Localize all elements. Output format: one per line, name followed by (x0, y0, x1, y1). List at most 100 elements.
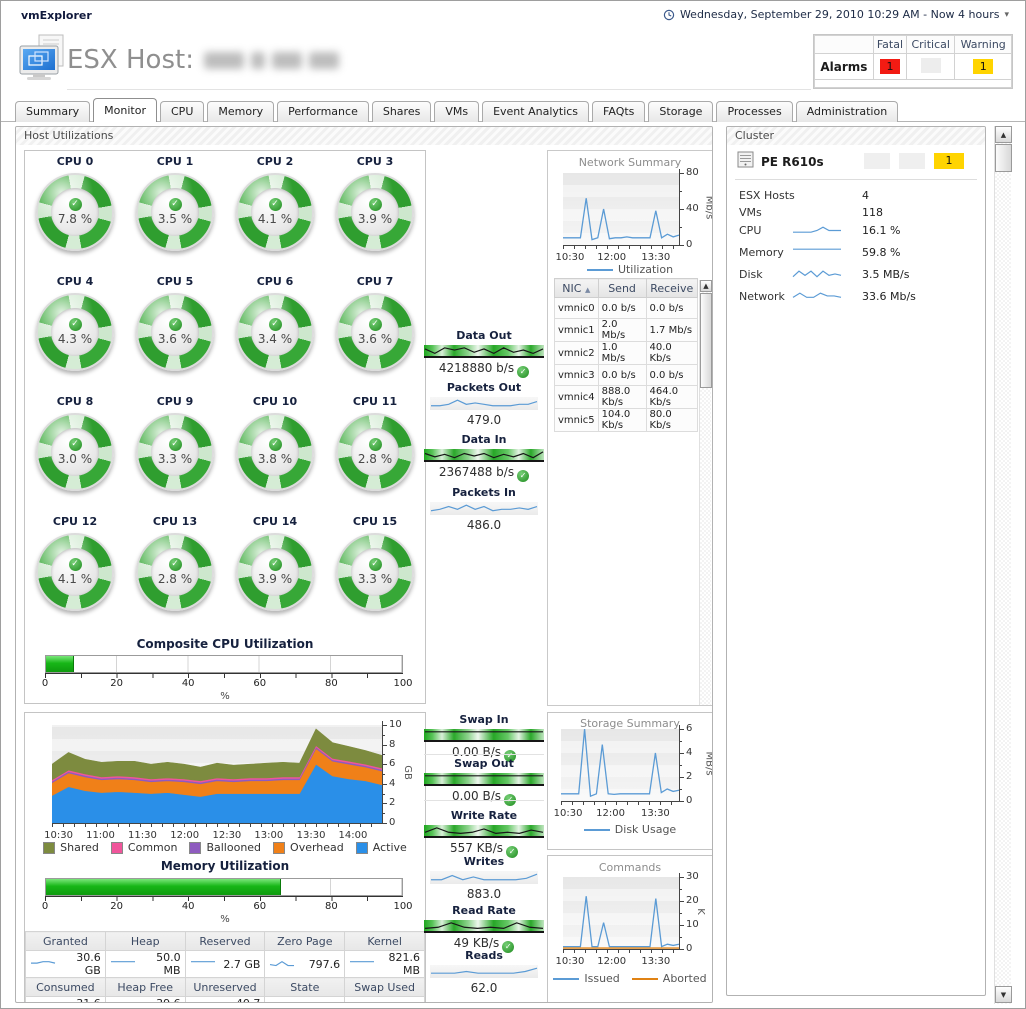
cpu-gauge[interactable]: ✓3.4 % (236, 293, 314, 371)
cpu-label: CPU 7 (325, 275, 425, 291)
tab-cpu[interactable]: CPU (160, 101, 204, 122)
time-range-picker[interactable]: Wednesday, September 29, 2010 10:29 AM -… (663, 8, 1009, 21)
cpu-label: CPU 3 (325, 155, 425, 171)
alarm-count-critical[interactable] (907, 54, 955, 80)
nic-row[interactable]: vmnic5104.0 Kb/s80.0 Kb/s (555, 409, 698, 432)
mem-value-cell: 31.6 GB (26, 997, 106, 1004)
alarms-col-fatal: Fatal (873, 36, 906, 54)
cpu-label: CPU 11 (325, 395, 425, 411)
tab-faqts[interactable]: FAQts (592, 101, 645, 122)
vmexplorer-page: vmExplorer Wednesday, September 29, 2010… (0, 0, 1026, 1009)
alarms-summary-table: Fatal Critical Warning Alarms 1 1 (813, 34, 1013, 89)
tab-event-analytics[interactable]: Event Analytics (482, 101, 589, 122)
tab-administration[interactable]: Administration (796, 101, 899, 122)
metric-swap-out: Swap Out 0.00 B/s✓ (424, 757, 544, 806)
cpu-gauge[interactable]: ✓3.0 % (36, 413, 114, 491)
legend-swatch (587, 269, 613, 271)
receive-col-header[interactable]: Receive (646, 279, 698, 298)
legend-swatch (273, 842, 285, 854)
header-divider (67, 89, 811, 90)
scroll-up-button[interactable]: ▲ (700, 280, 712, 292)
scrollbar-thumb[interactable] (995, 144, 1012, 172)
cpu-gauge[interactable]: ✓3.9 % (336, 173, 414, 251)
cpu-gauge[interactable]: ✓3.3 % (336, 533, 414, 611)
metric-divider (424, 754, 544, 755)
mem-col-header: Reserved (185, 932, 265, 951)
cpu-gauge[interactable]: ✓2.8 % (136, 533, 214, 611)
nic-row[interactable]: vmnic30.0 b/s0.0 b/s (555, 365, 698, 386)
mem-value-cell: 39.6 MB (105, 997, 185, 1004)
memory-utilization-tick-labels: 020406080100 (45, 901, 403, 913)
cpu-label: CPU 4 (25, 275, 125, 291)
cpu-gauge[interactable]: ✓3.5 % (136, 173, 214, 251)
ok-status-icon: ✓ (517, 366, 529, 378)
app-title: vmExplorer (21, 9, 92, 22)
cpu-label: CPU 2 (225, 155, 325, 171)
nic-row[interactable]: vmnic00.0 b/s0.0 b/s (555, 298, 698, 319)
scroll-up-button[interactable]: ▲ (995, 126, 1012, 143)
nic-table-scrollbar[interactable]: ▲ ▼ (699, 280, 711, 706)
disk-trend-sparkline (792, 268, 842, 281)
nic-row[interactable]: vmnic4888.0 Kb/s464.0 Kb/s (555, 386, 698, 409)
nic-row[interactable]: vmnic21.0 Mb/s40.0 Kb/s (555, 342, 698, 365)
cpu-label: CPU 5 (125, 275, 225, 291)
cluster-row-vms: VMs 118 (739, 204, 975, 224)
cluster-name-link[interactable]: PE R610s (761, 155, 824, 169)
cluster-row-cpu: CPU 16.1 % (739, 222, 975, 242)
server-icon (737, 151, 755, 171)
legend-swatch (43, 842, 55, 854)
cpu-gauge[interactable]: ✓3.9 % (236, 533, 314, 611)
scrollbar-thumb[interactable] (700, 293, 712, 388)
tab-processes[interactable]: Processes (716, 101, 792, 122)
main-scrollbar[interactable]: ▲ ▼ (994, 126, 1011, 1004)
alarms-corner-cell (815, 36, 874, 54)
tab-summary[interactable]: Summary (15, 101, 90, 122)
tab-vms[interactable]: VMs (434, 101, 479, 122)
cluster-row-disk: Disk 3.5 MB/s (739, 266, 975, 286)
host-name-redacted (204, 52, 339, 69)
commands-panel: Commands 0102030K10:3012:0013:30 IssuedA… (547, 855, 713, 1003)
send-col-header[interactable]: Send (598, 279, 646, 298)
tab-monitor[interactable]: Monitor (93, 98, 157, 122)
cpu-label: CPU 0 (25, 155, 125, 171)
ok-status-icon: ✓ (369, 198, 382, 211)
scroll-down-button[interactable]: ▼ (995, 986, 1012, 1003)
tab-memory[interactable]: Memory (207, 101, 274, 122)
cpu-gauge[interactable]: ✓3.8 % (236, 413, 314, 491)
alarm-count-warning[interactable]: 1 (955, 54, 1012, 80)
alarm-count-fatal[interactable]: 1 (873, 54, 906, 80)
cluster-critical-chip[interactable] (899, 153, 925, 169)
tab-performance[interactable]: Performance (277, 101, 369, 122)
network-trend-sparkline (792, 290, 842, 303)
cpu-gauge[interactable]: ✓7.8 % (36, 173, 114, 251)
cluster-warning-chip[interactable]: 1 (934, 153, 964, 169)
tab-shares[interactable]: Shares (372, 101, 431, 122)
mem-col-header: Granted (26, 932, 106, 951)
nic-row[interactable]: vmnic12.0 Mb/s1.7 Mb/s (555, 319, 698, 342)
cpu-label: CPU 14 (225, 515, 325, 531)
page-title: ESX Host: (67, 45, 339, 75)
cpu-gauge[interactable]: ✓2.8 % (336, 413, 414, 491)
tab-storage[interactable]: Storage (648, 101, 713, 122)
writes-sparkline (430, 871, 538, 884)
cluster-fatal-chip[interactable] (864, 153, 890, 169)
cpu-gauge[interactable]: ✓3.3 % (136, 413, 214, 491)
metric-divider (424, 800, 544, 801)
mem-value-cell: 2.7 GB (185, 951, 265, 978)
ok-status-icon: ✓ (269, 318, 282, 331)
composite-cpu-tick-labels: 020406080100 (45, 678, 403, 690)
cpu-label: CPU 6 (225, 275, 325, 291)
cpu-gauge[interactable]: ✓4.3 % (36, 293, 114, 371)
cpu-gauge[interactable]: ✓3.6 % (136, 293, 214, 371)
nic-col-header[interactable]: NIC ▲ (555, 279, 599, 298)
commands-legend: IssuedAborted (548, 972, 712, 985)
mem-value-cell: 50.0 MB (105, 951, 185, 978)
cpu-gauge[interactable]: ✓3.6 % (336, 293, 414, 371)
memory-utilization-unit: % (25, 914, 425, 925)
swap-in-sparkbar (424, 729, 544, 742)
metric-write-rate: Write Rate 557 KB/s✓ (424, 809, 544, 858)
legend-swatch (584, 829, 610, 831)
cpu-gauge[interactable]: ✓4.1 % (236, 173, 314, 251)
cpu-gauge[interactable]: ✓4.1 % (36, 533, 114, 611)
mem-value-cell: 0.0 KB (265, 997, 345, 1004)
